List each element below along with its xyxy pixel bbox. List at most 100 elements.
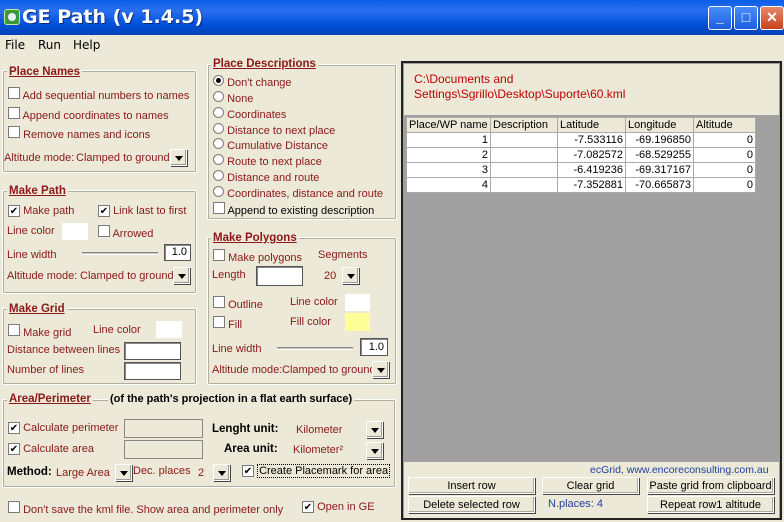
add-sequential-option[interactable]: Add sequential numbers to names <box>8 87 189 102</box>
open-ge-checkbox[interactable] <box>302 501 314 513</box>
cell-longitude[interactable]: -69.317167 <box>625 162 694 178</box>
make-grid-checkbox[interactable] <box>8 324 20 336</box>
maximize-button[interactable]: □ <box>734 6 758 30</box>
grid-distance-input[interactable] <box>124 342 181 360</box>
cell-name[interactable]: 3 <box>406 162 491 178</box>
menu-file[interactable]: File <box>5 38 25 52</box>
cell-description[interactable] <box>490 177 558 193</box>
create-placemark-option[interactable]: Create Placemark for area <box>242 464 391 478</box>
path-altitude-dropdown[interactable] <box>173 267 190 284</box>
calc-perimeter-option[interactable]: Calculate perimeter <box>8 422 118 434</box>
poly-altitude-dropdown[interactable] <box>372 361 389 378</box>
cell-name[interactable]: 4 <box>406 177 491 193</box>
cell-altitude[interactable]: 0 <box>693 132 756 148</box>
arrowed-checkbox[interactable] <box>98 225 110 237</box>
cell-altitude[interactable]: 0 <box>693 162 756 178</box>
radio-distance-next[interactable] <box>213 123 224 134</box>
desc-radio-coords-dist-route[interactable]: Coordinates, distance and route <box>213 186 383 200</box>
col-place-name[interactable]: Place/WP name <box>406 117 491 133</box>
cell-longitude[interactable]: -68.529255 <box>625 147 694 163</box>
grid-number-input[interactable] <box>124 362 181 380</box>
poly-width-slider[interactable] <box>277 347 353 350</box>
cell-latitude[interactable]: -6.419236 <box>557 162 626 178</box>
radio-dont-change[interactable] <box>213 75 224 86</box>
remove-names-checkbox[interactable] <box>8 126 20 138</box>
desc-radio-dont-change[interactable]: Don't change <box>213 75 292 89</box>
segments-dropdown[interactable] <box>342 267 359 284</box>
link-last-option[interactable]: Link last to first <box>98 205 186 217</box>
desc-radio-coordinates[interactable]: Coordinates <box>213 107 286 121</box>
area-unit-value[interactable]: Kilometer² <box>293 444 343 456</box>
cell-longitude[interactable]: -70.665873 <box>625 177 694 193</box>
cell-name[interactable]: 2 <box>406 147 491 163</box>
make-path-option[interactable]: Make path <box>8 205 74 217</box>
radio-distance-route[interactable] <box>213 170 224 181</box>
radio-coords-dist-route[interactable] <box>213 186 224 197</box>
cell-longitude[interactable]: -69.196850 <box>625 132 694 148</box>
col-altitude[interactable]: Altitude <box>693 117 756 133</box>
length-unit-dropdown[interactable] <box>366 421 383 438</box>
add-sequential-checkbox[interactable] <box>8 87 20 99</box>
cell-name[interactable]: 1 <box>406 132 491 148</box>
cell-description[interactable] <box>490 132 558 148</box>
fill-color-swatch[interactable] <box>345 313 370 331</box>
cell-latitude[interactable]: -7.082572 <box>557 147 626 163</box>
desc-radio-distance-next[interactable]: Distance to next place <box>213 123 335 137</box>
pn-altitude-dropdown[interactable] <box>170 149 187 166</box>
radio-coordinates[interactable] <box>213 107 224 118</box>
outline-checkbox[interactable] <box>213 296 225 308</box>
append-coords-option[interactable]: Append coordinates to names <box>8 107 169 122</box>
poly-width-value[interactable]: 1.0 <box>360 338 388 356</box>
cell-altitude[interactable]: 0 <box>693 147 756 163</box>
dont-save-option[interactable]: Don't save the kml file. Show area and p… <box>8 501 283 516</box>
method-dropdown[interactable] <box>115 464 132 481</box>
make-polygons-checkbox[interactable] <box>213 249 225 261</box>
cell-latitude[interactable]: -7.533116 <box>557 132 626 148</box>
insert-row-button[interactable]: Insert row <box>408 477 535 494</box>
method-value[interactable]: Large Area <box>56 467 110 479</box>
append-description-option[interactable]: Append to existing description <box>213 202 374 217</box>
delete-row-button[interactable]: Delete selected row <box>408 496 535 513</box>
link-last-checkbox[interactable] <box>98 205 110 217</box>
desc-radio-none[interactable]: None <box>213 91 253 105</box>
path-width-value[interactable]: 1.0 <box>164 244 191 261</box>
grid-line-color-swatch[interactable] <box>156 321 182 338</box>
dec-places-value[interactable]: 2 <box>198 467 204 479</box>
make-path-checkbox[interactable] <box>8 205 20 217</box>
title-bar[interactable]: GE Path (v 1.4.5) _ □ ✕ <box>0 0 784 35</box>
col-description[interactable]: Description <box>490 117 558 133</box>
segments-value[interactable]: 20 <box>324 270 336 282</box>
table-row[interactable]: 3 -6.419236 -69.317167 0 <box>406 162 756 178</box>
dec-places-dropdown[interactable] <box>213 464 230 481</box>
create-placemark-checkbox[interactable] <box>242 465 254 477</box>
close-button[interactable]: ✕ <box>760 6 784 30</box>
path-altitude-value[interactable]: Clamped to ground <box>80 270 174 282</box>
open-ge-option[interactable]: Open in GE <box>302 501 375 513</box>
dont-save-checkbox[interactable] <box>8 501 20 513</box>
poly-line-color-swatch[interactable] <box>345 294 370 311</box>
paste-grid-button[interactable]: Paste grid from clipboard <box>647 477 774 494</box>
repeat-altitude-button[interactable]: Repeat row1 altitude <box>647 496 774 513</box>
arrowed-option[interactable]: Arrowed <box>98 225 153 240</box>
cell-latitude[interactable]: -7.352881 <box>557 177 626 193</box>
menu-run[interactable]: Run <box>38 38 61 52</box>
append-coords-checkbox[interactable] <box>8 107 20 119</box>
desc-radio-cumulative[interactable]: Cumulative Distance <box>213 138 328 152</box>
length-unit-value[interactable]: Kilometer <box>296 424 342 436</box>
fill-option[interactable]: Fill <box>213 316 242 331</box>
radio-cumulative[interactable] <box>213 138 224 149</box>
table-row[interactable]: 1 -7.533116 -69.196850 0 <box>406 132 756 148</box>
remove-names-option[interactable]: Remove names and icons <box>8 126 150 141</box>
path-width-slider[interactable] <box>82 252 158 255</box>
radio-route-next[interactable] <box>213 154 224 165</box>
cell-description[interactable] <box>490 147 558 163</box>
make-polygons-option[interactable]: Make polygons <box>213 249 302 264</box>
clear-grid-button[interactable]: Clear grid <box>542 477 639 494</box>
cell-altitude[interactable]: 0 <box>693 177 756 193</box>
calc-perimeter-checkbox[interactable] <box>8 422 20 434</box>
menu-help[interactable]: Help <box>73 38 100 52</box>
col-longitude[interactable]: Longitude <box>625 117 694 133</box>
poly-altitude-value[interactable]: Clamped to ground <box>282 364 376 376</box>
table-row[interactable]: 4 -7.352881 -70.665873 0 <box>406 177 756 193</box>
calc-area-option[interactable]: Calculate area <box>8 443 94 455</box>
